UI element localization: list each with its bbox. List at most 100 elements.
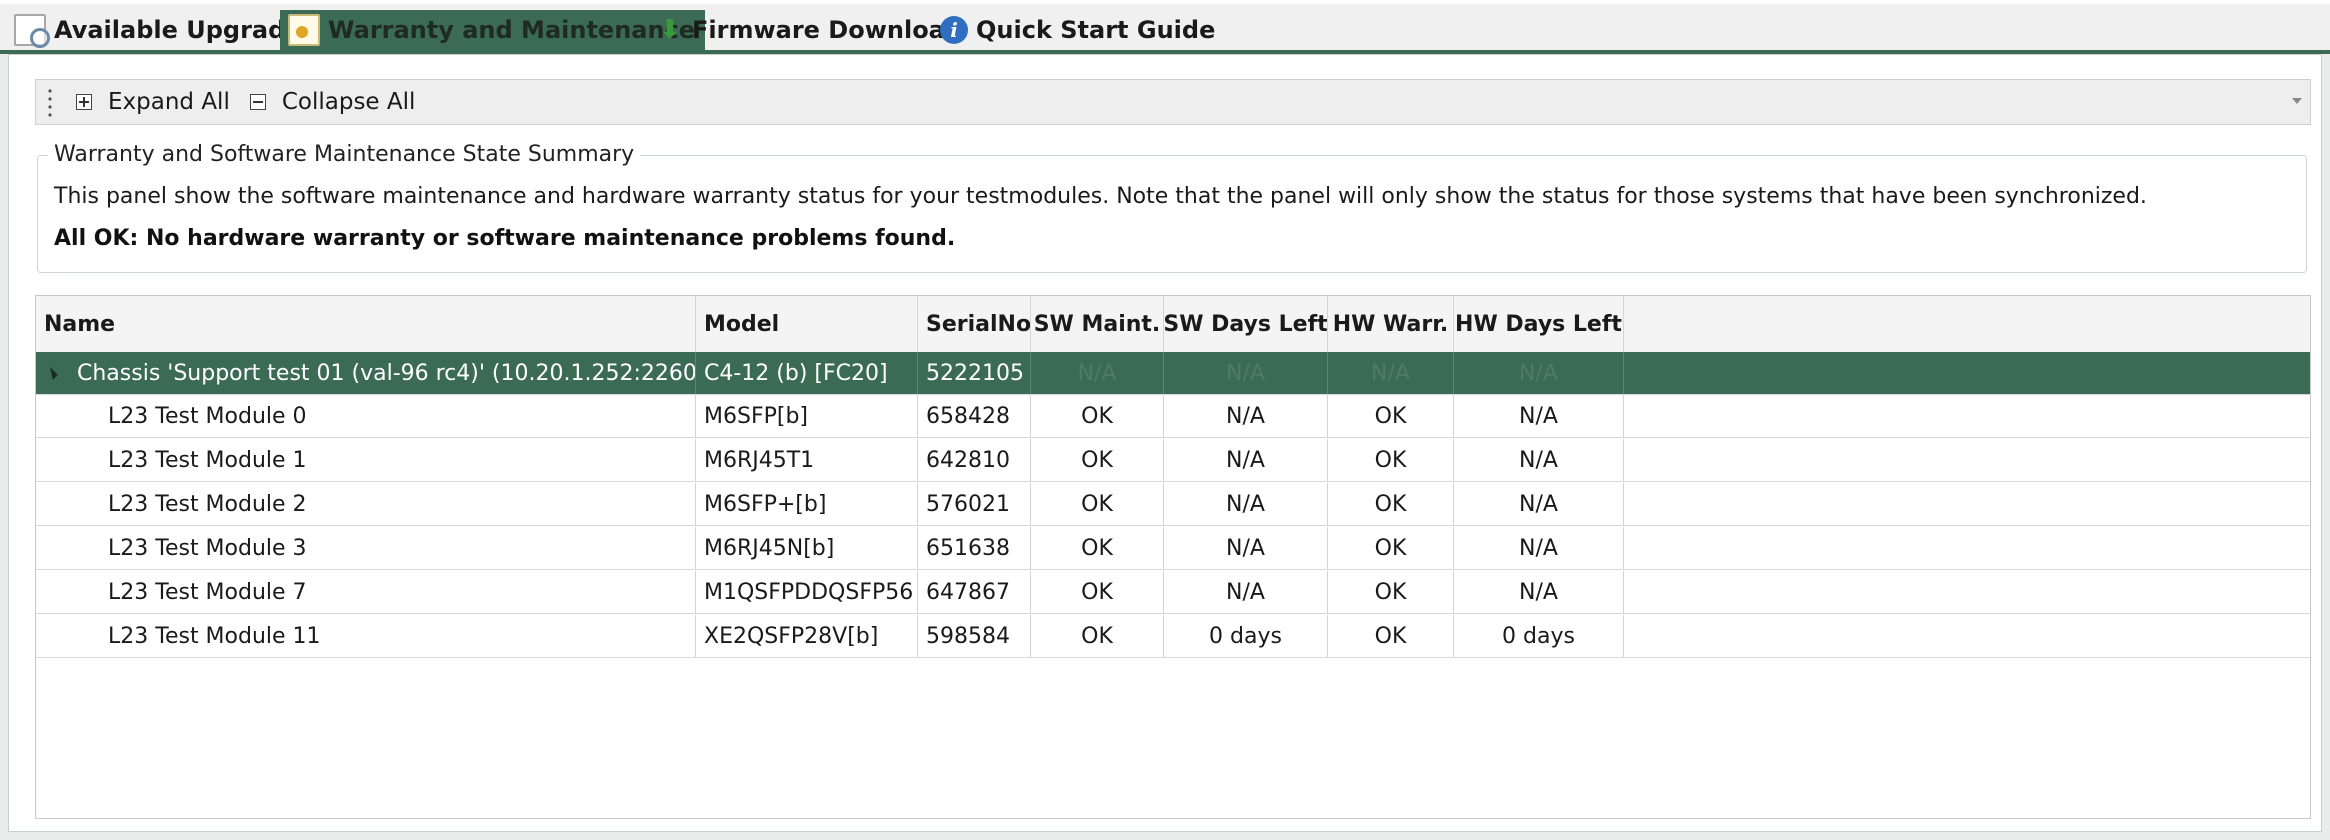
download-arrow-icon: ⬇ [659,15,681,45]
tab-label: Firmware Download [692,16,963,44]
warranty-certificate-icon [288,14,320,46]
module-hw-days-left: N/A [1454,439,1624,481]
module-sw-days-left: N/A [1164,439,1328,481]
column-header-name[interactable]: Name [36,296,696,352]
module-sw-maint: OK [1031,571,1164,613]
row-filler [1624,615,2310,657]
summary-status: All OK: No hardware warranty or software… [54,226,956,251]
module-sw-days-left: N/A [1164,395,1328,437]
chassis-hw-days-left: N/A [1454,352,1624,394]
module-model: M1QSFPDDQSFP56 [696,571,918,613]
table-row[interactable]: L23 Test Module 11 XE2QSFP28V[b] 598584 … [36,615,2310,658]
module-name: L23 Test Module 11 [36,615,696,657]
column-header-hw-days-left[interactable]: HW Days Left [1454,296,1624,352]
chassis-hw-warr: N/A [1328,352,1454,394]
column-header-hw-warr[interactable]: HW Warr. [1328,296,1454,352]
document-search-icon [14,14,50,48]
module-name: L23 Test Module 1 [36,439,696,481]
chassis-row[interactable]: Chassis 'Support test 01 (val-96 rc4)' (… [36,352,2310,395]
row-filler [1624,571,2310,613]
table-row[interactable]: L23 Test Module 7 M1QSFPDDQSFP56 647867 … [36,571,2310,614]
module-hw-warr: OK [1328,395,1454,437]
module-model: M6RJ45T1 [696,439,918,481]
summary-title: Warranty and Software Maintenance State … [48,142,641,167]
summary-description: This panel show the software maintenance… [54,184,2147,209]
module-serial: 651638 [918,527,1031,569]
tab-strip: Available Upgrades Warranty and Maintena… [0,0,2330,54]
module-name: L23 Test Module 2 [36,483,696,525]
table-row[interactable]: L23 Test Module 3 M6RJ45N[b] 651638 OK N… [36,527,2310,570]
module-serial: 647867 [918,571,1031,613]
table-row[interactable]: L23 Test Module 2 M6SFP+[b] 576021 OK N/… [36,483,2310,526]
chassis-name-cell: Chassis 'Support test 01 (val-96 rc4)' (… [36,352,696,394]
toolbar-overflow-icon[interactable] [2292,98,2302,104]
chassis-sw-days-left: N/A [1164,352,1328,394]
module-model: M6SFP+[b] [696,483,918,525]
info-icon: i [940,16,968,44]
row-filler [1624,352,2310,394]
collapse-all-label: Collapse All [281,89,416,115]
collapse-all-button[interactable]: Collapse All [249,89,416,115]
tab-available-upgrades[interactable]: Available Upgrades [14,10,316,50]
warranty-panel: Expand All Collapse All Warranty and Sof… [8,54,2322,832]
module-sw-maint: OK [1031,439,1164,481]
module-sw-maint: OK [1031,483,1164,525]
module-sw-maint: OK [1031,527,1164,569]
module-name: L23 Test Module 7 [36,571,696,613]
status-grid: Name Model SerialNo SW Maint. SW Days Le… [35,295,2311,819]
module-hw-days-left: N/A [1454,483,1624,525]
module-hw-warr: OK [1328,527,1454,569]
module-sw-days-left: N/A [1164,571,1328,613]
module-hw-warr: OK [1328,439,1454,481]
tab-firmware-download[interactable]: ⬇ Firmware Download [656,10,962,50]
module-sw-days-left: 0 days [1164,615,1328,657]
expand-plus-icon [76,94,92,110]
module-name: L23 Test Module 0 [36,395,696,437]
collapse-triangle-icon[interactable] [45,366,58,380]
module-serial: 598584 [918,615,1031,657]
expand-all-button[interactable]: Expand All [76,89,230,115]
module-model: M6RJ45N[b] [696,527,918,569]
tab-label: Quick Start Guide [976,16,1216,44]
module-sw-maint: OK [1031,615,1164,657]
module-name: L23 Test Module 3 [36,527,696,569]
module-hw-days-left: N/A [1454,527,1624,569]
module-serial: 658428 [918,395,1031,437]
table-row[interactable]: L23 Test Module 1 M6RJ45T1 642810 OK N/A… [36,439,2310,482]
row-filler [1624,439,2310,481]
table-row[interactable]: L23 Test Module 0 M6SFP[b] 658428 OK N/A… [36,395,2310,438]
toolbar-grip-handle[interactable] [48,87,52,117]
column-header-serial[interactable]: SerialNo [918,296,1031,352]
module-hw-days-left: N/A [1454,395,1624,437]
toolbar: Expand All Collapse All [35,79,2311,125]
grid-header: Name Model SerialNo SW Maint. SW Days Le… [36,296,2310,353]
tab-warranty-and-maintenance[interactable]: Warranty and Maintenance [280,10,706,50]
module-hw-days-left: 0 days [1454,615,1624,657]
column-header-filler [1624,296,2310,352]
column-header-sw-maint[interactable]: SW Maint. [1031,296,1164,352]
tab-label: Available Upgrades [54,16,316,44]
module-hw-days-left: N/A [1454,571,1624,613]
module-hw-warr: OK [1328,615,1454,657]
expand-all-label: Expand All [108,89,230,115]
module-sw-days-left: N/A [1164,527,1328,569]
module-model: M6SFP[b] [696,395,918,437]
chassis-sw-maint: N/A [1031,352,1164,394]
chassis-model: C4-12 (b) [FC20] [696,352,918,394]
chassis-name: Chassis 'Support test 01 (val-96 rc4)' (… [77,360,696,386]
module-hw-warr: OK [1328,483,1454,525]
module-model: XE2QSFP28V[b] [696,615,918,657]
summary-groupbox: Warranty and Software Maintenance State … [37,142,2307,273]
module-sw-maint: OK [1031,395,1164,437]
row-filler [1624,527,2310,569]
module-serial: 576021 [918,483,1031,525]
column-header-sw-days-left[interactable]: SW Days Left [1164,296,1328,352]
tab-label: Warranty and Maintenance [328,16,696,44]
tab-quick-start-guide[interactable]: i Quick Start Guide [940,10,1215,50]
row-filler [1624,483,2310,525]
chassis-serial: 5222105 [918,352,1031,394]
module-serial: 642810 [918,439,1031,481]
module-hw-warr: OK [1328,571,1454,613]
module-sw-days-left: N/A [1164,483,1328,525]
column-header-model[interactable]: Model [696,296,918,352]
